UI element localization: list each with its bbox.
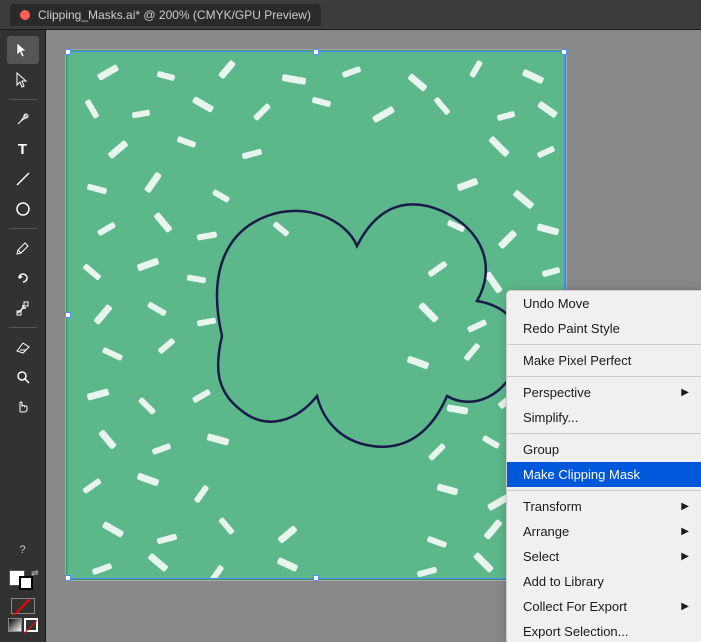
- blob-path-svg: [67, 51, 567, 581]
- blob-path: [217, 204, 520, 446]
- none-indicator: [11, 598, 35, 614]
- title-bar: Clipping_Masks.ai* @ 200% (CMYK/GPU Prev…: [0, 0, 701, 30]
- direct-selection-tool[interactable]: [7, 66, 39, 94]
- menu-separator-1: [507, 344, 701, 345]
- color-swatches[interactable]: ⇌: [7, 568, 39, 594]
- pencil-tool-icon: [15, 240, 31, 256]
- pen-tool[interactable]: [7, 105, 39, 133]
- tool-separator-2: [9, 228, 37, 229]
- scale-tool[interactable]: [7, 294, 39, 322]
- menu-item-pixel-perfect[interactable]: Make Pixel Perfect: [507, 348, 701, 373]
- type-tool[interactable]: T: [7, 135, 39, 163]
- hand-tool-icon: [15, 399, 31, 415]
- transform-arrow: ▶: [681, 501, 689, 512]
- document-tab[interactable]: Clipping_Masks.ai* @ 200% (CMYK/GPU Prev…: [10, 4, 321, 26]
- menu-item-select[interactable]: Select ▶: [507, 544, 701, 569]
- tool-separator-1: [9, 99, 37, 100]
- artboard: [66, 50, 566, 580]
- rotate-tool[interactable]: [7, 264, 39, 292]
- canvas-area: Undo Move Redo Paint Style Make Pixel Pe…: [46, 30, 701, 642]
- line-tool-icon: [15, 171, 31, 187]
- color-mode-stroke[interactable]: [24, 618, 38, 632]
- perspective-arrow: ▶: [681, 387, 689, 398]
- menu-item-perspective[interactable]: Perspective ▶: [507, 380, 701, 405]
- pen-tool-icon: [15, 111, 31, 127]
- menu-item-arrange[interactable]: Arrange ▶: [507, 519, 701, 544]
- menu-item-simplify[interactable]: Simplify...: [507, 405, 701, 430]
- arrange-arrow: ▶: [681, 526, 689, 537]
- line-tool[interactable]: [7, 165, 39, 193]
- selection-tool-icon: [15, 42, 31, 58]
- menu-item-undo-move[interactable]: Undo Move: [507, 291, 701, 316]
- tab-title: Clipping_Masks.ai* @ 200% (CMYK/GPU Prev…: [38, 8, 311, 22]
- zoom-tool[interactable]: [7, 363, 39, 391]
- shape-tool-icon: [15, 201, 31, 217]
- menu-item-make-clipping-mask[interactable]: Make Clipping Mask: [507, 462, 701, 487]
- direct-selection-tool-icon: [15, 72, 31, 88]
- context-menu: Undo Move Redo Paint Style Make Pixel Pe…: [506, 290, 701, 642]
- tool-separator-3: [9, 327, 37, 328]
- zoom-tool-icon: [15, 369, 31, 385]
- select-arrow: ▶: [681, 551, 689, 562]
- eraser-tool[interactable]: [7, 333, 39, 361]
- menu-item-redo-paint[interactable]: Redo Paint Style: [507, 316, 701, 341]
- menu-item-transform[interactable]: Transform ▶: [507, 494, 701, 519]
- eraser-tool-icon: [15, 339, 31, 355]
- shape-tool[interactable]: [7, 195, 39, 223]
- menu-separator-4: [507, 490, 701, 491]
- menu-item-export-selection[interactable]: Export Selection...: [507, 619, 701, 642]
- selection-tool[interactable]: [7, 36, 39, 64]
- color-swap-icon[interactable]: ⇌: [31, 568, 39, 579]
- menu-item-group[interactable]: Group: [507, 437, 701, 462]
- main-area: T: [0, 30, 701, 642]
- menu-separator-2: [507, 376, 701, 377]
- color-mode-fill[interactable]: [8, 618, 22, 632]
- menu-separator-3: [507, 433, 701, 434]
- close-button[interactable]: [20, 10, 30, 20]
- hand-tool[interactable]: [7, 393, 39, 421]
- type-tool-icon: T: [18, 141, 27, 158]
- color-mode-icons: [8, 618, 38, 632]
- toolbar: T: [0, 30, 46, 642]
- blob-path-container: [67, 51, 565, 579]
- rotate-tool-icon: [15, 270, 31, 286]
- menu-item-collect-export[interactable]: Collect For Export ▶: [507, 594, 701, 619]
- collect-arrow: ▶: [681, 601, 689, 612]
- menu-item-add-library[interactable]: Add to Library: [507, 569, 701, 594]
- pencil-tool[interactable]: [7, 234, 39, 262]
- question-tool[interactable]: ?: [7, 536, 39, 564]
- scale-tool-icon: [15, 300, 31, 316]
